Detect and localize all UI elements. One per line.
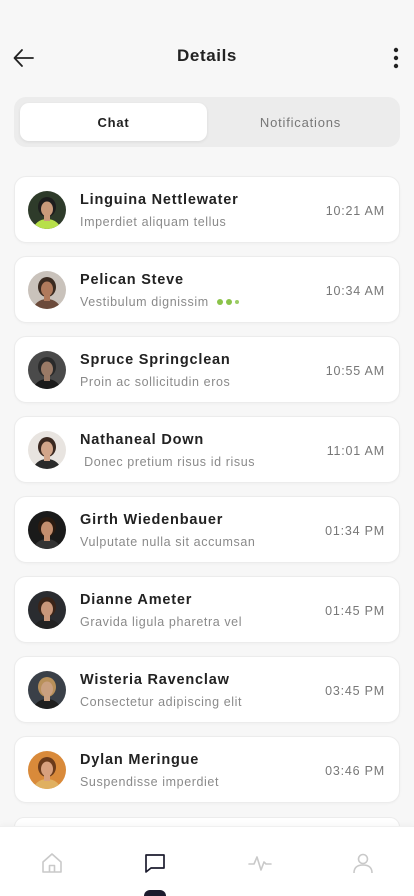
message-preview-text: Vulputate nulla sit accumsan [80, 535, 256, 549]
tab-chat[interactable]: Chat [20, 103, 207, 141]
profile-icon [353, 853, 373, 874]
chat-list: Linguina Nettlewater Imperdiet aliquam t… [14, 176, 400, 816]
message-time: 03:46 PM [325, 764, 385, 778]
chat-list-item[interactable]: Spruce Springclean Proin ac sollicitudin… [14, 336, 400, 403]
message-time: 10:55 AM [325, 364, 385, 378]
header: Details [0, 0, 414, 96]
nav-chat[interactable] [141, 849, 169, 877]
chat-list-item[interactable]: Pelican Steve Vestibulum dignissim 10:34… [14, 256, 400, 323]
contact-name: Nathaneal Down [80, 432, 204, 448]
chat-icon [145, 854, 165, 873]
avatar [28, 511, 66, 549]
contact-name: Linguina Nettlewater [80, 192, 239, 208]
message-preview: Vulputate nulla sit accumsan [80, 535, 255, 549]
avatar [28, 351, 66, 389]
message-preview-text: Proin ac sollicitudin eros [80, 375, 231, 389]
message-preview-text: Suspendisse imperdiet [80, 775, 220, 789]
contact-name: Pelican Steve [80, 272, 184, 288]
more-vertical-icon [393, 47, 399, 69]
page-title: Details [177, 46, 237, 65]
avatar [28, 671, 66, 709]
chat-list-item[interactable]: Nathaneal Down Donec pretium risus id ri… [14, 416, 400, 483]
activity-icon [248, 856, 272, 871]
typing-indicator-icon [216, 299, 239, 305]
bottom-nav [0, 826, 414, 896]
avatar [28, 431, 66, 469]
home-icon [42, 853, 62, 873]
message-time: 10:21 AM [325, 204, 385, 218]
chat-list-item[interactable]: Wisteria Ravenclaw Consectetur adipiscin… [14, 656, 400, 723]
message-preview: Consectetur adipiscing elit [80, 695, 242, 709]
contact-name: Wisteria Ravenclaw [80, 672, 230, 688]
chat-list-item[interactable]: Dylan Meringue Suspendisse imperdiet 03:… [14, 736, 400, 803]
avatar [28, 591, 66, 629]
chat-list-item[interactable]: Linguina Nettlewater Imperdiet aliquam t… [14, 176, 400, 243]
message-preview-text: Imperdiet aliquam tellus [80, 215, 227, 229]
message-preview: Gravida ligula pharetra vel [80, 615, 242, 629]
nav-home[interactable] [38, 849, 66, 877]
avatar [28, 191, 66, 229]
chat-list-item[interactable]: Girth Wiedenbauer Vulputate nulla sit ac… [14, 496, 400, 563]
message-time: 01:45 PM [325, 604, 385, 618]
avatar [28, 271, 66, 309]
contact-name: Dylan Meringue [80, 752, 200, 768]
contact-name: Spruce Springclean [80, 352, 231, 368]
message-preview: Vestibulum dignissim [80, 295, 239, 309]
message-preview-text: Consectetur adipiscing elit [80, 695, 243, 709]
message-preview-text: Donec pretium risus id risus [80, 455, 256, 469]
avatar [28, 751, 66, 789]
nav-activity[interactable] [246, 849, 274, 877]
chat-list-item[interactable]: Dianne Ameter Gravida ligula pharetra ve… [14, 576, 400, 643]
message-time: 03:45 PM [325, 684, 385, 698]
nav-profile[interactable] [349, 849, 377, 877]
message-preview: Imperdiet aliquam tellus [80, 215, 226, 229]
contact-name: Girth Wiedenbauer [80, 512, 224, 528]
tab-switcher: Chat Notifications [14, 97, 400, 147]
tab-notifications[interactable]: Notifications [207, 103, 394, 141]
message-preview: Proin ac sollicitudin eros [80, 375, 230, 389]
message-preview: Suspendisse imperdiet [80, 775, 219, 789]
message-preview-text: Vestibulum dignissim [80, 295, 209, 309]
active-tab-indicator [144, 890, 166, 896]
message-preview-text: Gravida ligula pharetra vel [80, 615, 243, 629]
more-options-button[interactable] [384, 44, 408, 72]
message-time: 01:34 PM [325, 524, 385, 538]
contact-name: Dianne Ameter [80, 592, 193, 608]
message-time: 11:01 AM [326, 444, 385, 458]
message-time: 10:34 AM [325, 284, 385, 298]
message-preview: Donec pretium risus id risus [80, 455, 255, 469]
